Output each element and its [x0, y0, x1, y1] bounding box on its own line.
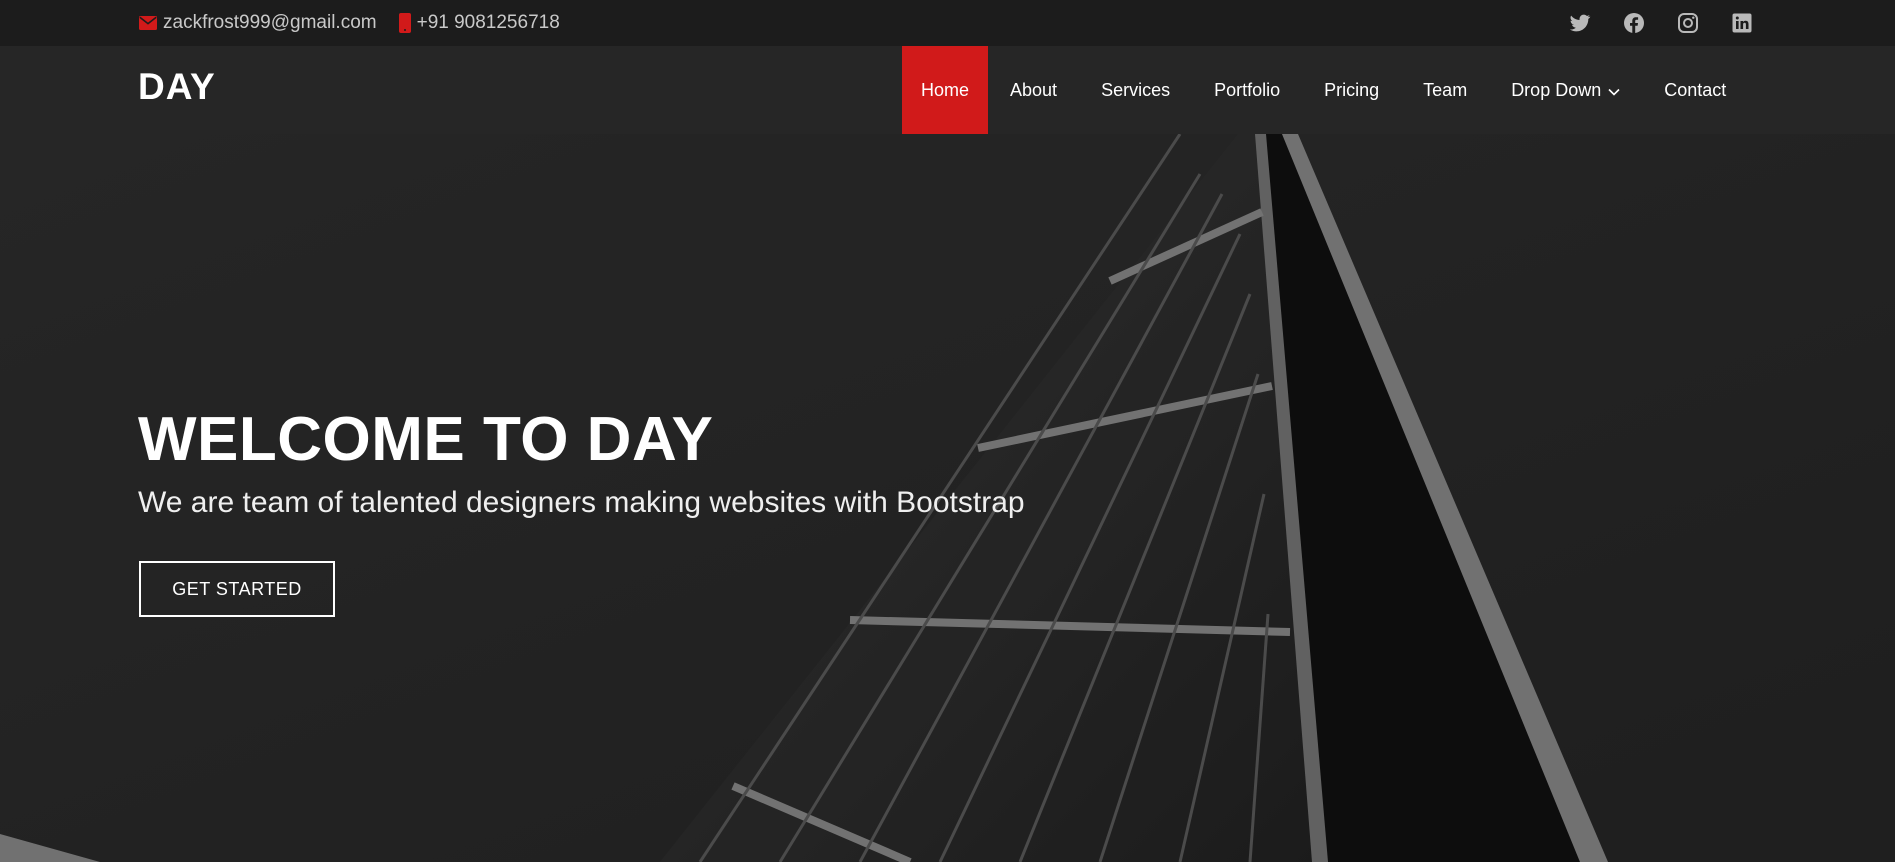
facebook-icon[interactable] — [1622, 11, 1646, 35]
envelope-icon — [139, 16, 157, 30]
topbar-contact: zackfrost999@gmail.com +91 9081256718 — [139, 0, 560, 46]
nav-item-pricing[interactable]: Pricing — [1302, 46, 1401, 134]
nav-item-team[interactable]: Team — [1401, 46, 1489, 134]
site-header: DAY Home About Services Portfolio Pricin… — [0, 46, 1895, 134]
twitter-icon[interactable] — [1568, 11, 1592, 35]
instagram-icon[interactable] — [1676, 11, 1700, 35]
logo[interactable]: DAY — [138, 66, 216, 108]
nav-label: Portfolio — [1214, 79, 1281, 100]
nav-label: Home — [921, 79, 970, 100]
nav-label: Pricing — [1324, 79, 1380, 100]
nav-label: Contact — [1664, 79, 1727, 100]
topbar: zackfrost999@gmail.com +91 9081256718 — [0, 0, 1895, 46]
nav-label: About — [1010, 79, 1058, 100]
hero-subtitle: We are team of talented designers making… — [138, 486, 1025, 519]
nav-item-about[interactable]: About — [988, 46, 1079, 134]
phone-text: +91 9081256718 — [416, 12, 560, 33]
nav-item-contact[interactable]: Contact — [1642, 46, 1748, 134]
nav-item-services[interactable]: Services — [1079, 46, 1192, 134]
phone-contact[interactable]: +91 9081256718 — [398, 12, 560, 34]
social-links — [1568, 0, 1754, 46]
email-text: zackfrost999@gmail.com — [163, 12, 377, 33]
nav-item-home[interactable]: Home — [902, 46, 989, 134]
chevron-down-icon — [1608, 80, 1620, 101]
page: zackfrost999@gmail.com +91 9081256718 DA… — [0, 0, 1895, 862]
nav-item-portfolio[interactable]: Portfolio — [1192, 46, 1302, 134]
nav-item-dropdown[interactable]: Drop Down — [1489, 46, 1642, 134]
main-nav: Home About Services Portfolio Pricing Te… — [902, 46, 1748, 134]
nav-label: Services — [1101, 79, 1171, 100]
nav-label: Team — [1423, 79, 1468, 100]
linkedin-icon[interactable] — [1730, 11, 1754, 35]
get-started-button[interactable]: GET STARTED — [139, 561, 335, 617]
phone-icon — [398, 13, 411, 33]
email-contact[interactable]: zackfrost999@gmail.com — [139, 12, 377, 34]
hero-section: WELCOME TO DAY We are team of talented d… — [0, 134, 1895, 862]
nav-label: Drop Down — [1511, 79, 1602, 100]
hero-title: WELCOME TO DAY — [138, 405, 714, 474]
